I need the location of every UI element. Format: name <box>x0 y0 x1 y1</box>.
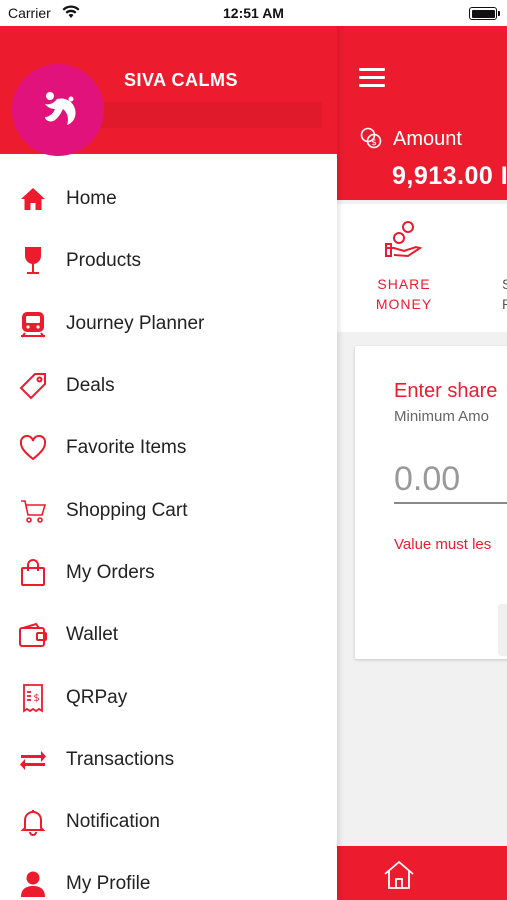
svg-text:$: $ <box>371 138 377 148</box>
menu-item-qrpay[interactable]: $ QRPay <box>0 666 337 728</box>
menu-item-my-orders[interactable]: My Orders <box>0 542 337 604</box>
user-name: SIVA CALMS <box>124 70 239 90</box>
second-action-label-line2: P <box>502 296 507 312</box>
heart-icon <box>18 433 48 463</box>
share-amount-input[interactable] <box>394 456 507 504</box>
amount-value: 9,913.00 I <box>392 162 507 190</box>
menu-item-transactions[interactable]: Transactions <box>0 729 337 791</box>
menu-item-label: Shopping Cart <box>66 499 188 521</box>
transfer-arrows-icon <box>18 745 48 775</box>
shopping-bag-icon <box>18 558 48 588</box>
action-strip: SHARE MONEY S P <box>337 204 507 332</box>
avatar[interactable] <box>12 64 104 156</box>
menu-item-label: Home <box>66 188 117 210</box>
menu-item-shopping-cart[interactable]: Shopping Cart <box>0 479 337 541</box>
status-bar: Carrier 12:51 AM <box>0 0 507 26</box>
home-tab-icon[interactable] <box>383 860 415 895</box>
svg-text:$: $ <box>33 693 39 704</box>
clock: 12:51 AM <box>223 5 284 21</box>
train-icon <box>18 309 48 339</box>
person-icon <box>18 869 48 899</box>
card-subtitle: Minimum Amo <box>394 408 490 425</box>
menu-item-home[interactable]: Home <box>0 168 337 230</box>
menu-item-label: My Profile <box>66 873 151 895</box>
menu-item-label: Deals <box>66 375 115 397</box>
menu-item-my-profile[interactable]: My Profile <box>0 853 337 900</box>
menu-item-label: QRPay <box>66 686 128 708</box>
menu-item-label: Favorite Items <box>66 437 187 459</box>
main-header: $ Amount 9,913.00 I <box>337 26 507 200</box>
coins-icon: $ <box>359 126 383 155</box>
share-money-icon[interactable] <box>382 218 426 267</box>
menu-item-deals[interactable]: Deals <box>0 355 337 417</box>
second-action-button[interactable]: S P <box>502 274 507 314</box>
menu-item-label: Wallet <box>66 624 119 646</box>
validation-error: Value must les <box>394 536 492 553</box>
menu-icon[interactable] <box>359 68 385 88</box>
share-amount-card: Enter share Minimum Amo Value must les <box>355 346 507 659</box>
menu-item-label: My Orders <box>66 561 155 583</box>
share-money-button[interactable]: SHARE MONEY <box>367 274 441 314</box>
wallet-icon <box>18 620 48 650</box>
menu-item-wallet[interactable]: Wallet <box>0 604 337 666</box>
menu-item-favorite-items[interactable]: Favorite Items <box>0 417 337 479</box>
bell-icon <box>18 807 48 837</box>
menu-item-products[interactable]: Products <box>0 230 337 292</box>
bottom-tab-bar <box>337 846 507 900</box>
amount-label: Amount <box>393 128 462 150</box>
wine-glass-icon <box>18 246 48 276</box>
menu-item-label: Journey Planner <box>66 312 205 334</box>
home-icon <box>18 184 48 214</box>
battery-icon <box>469 7 500 20</box>
drawer-menu: Home Products Journey Planner Deals Favo… <box>0 168 337 900</box>
menu-item-label: Notification <box>66 811 160 833</box>
dancer-logo-icon <box>45 92 76 125</box>
submit-button[interactable] <box>498 604 507 656</box>
menu-item-notification[interactable]: Notification <box>0 791 337 853</box>
tag-icon <box>18 371 48 401</box>
header-stripe <box>100 102 322 128</box>
card-title: Enter share <box>394 380 498 402</box>
share-money-label-line1: SHARE <box>377 276 431 292</box>
cart-icon <box>18 496 48 526</box>
navigation-drawer: SIVA CALMS Home Products Journey Planner… <box>0 26 337 900</box>
menu-item-journey-planner[interactable]: Journey Planner <box>0 293 337 355</box>
second-action-label-line1: S <box>502 276 507 292</box>
menu-item-label: Products <box>66 250 141 272</box>
main-screen: $ Amount 9,913.00 I SHARE MONEY S P Ente… <box>337 26 507 900</box>
receipt-icon: $ <box>18 683 48 713</box>
menu-item-label: Transactions <box>66 748 175 770</box>
share-money-label-line2: MONEY <box>375 296 433 312</box>
